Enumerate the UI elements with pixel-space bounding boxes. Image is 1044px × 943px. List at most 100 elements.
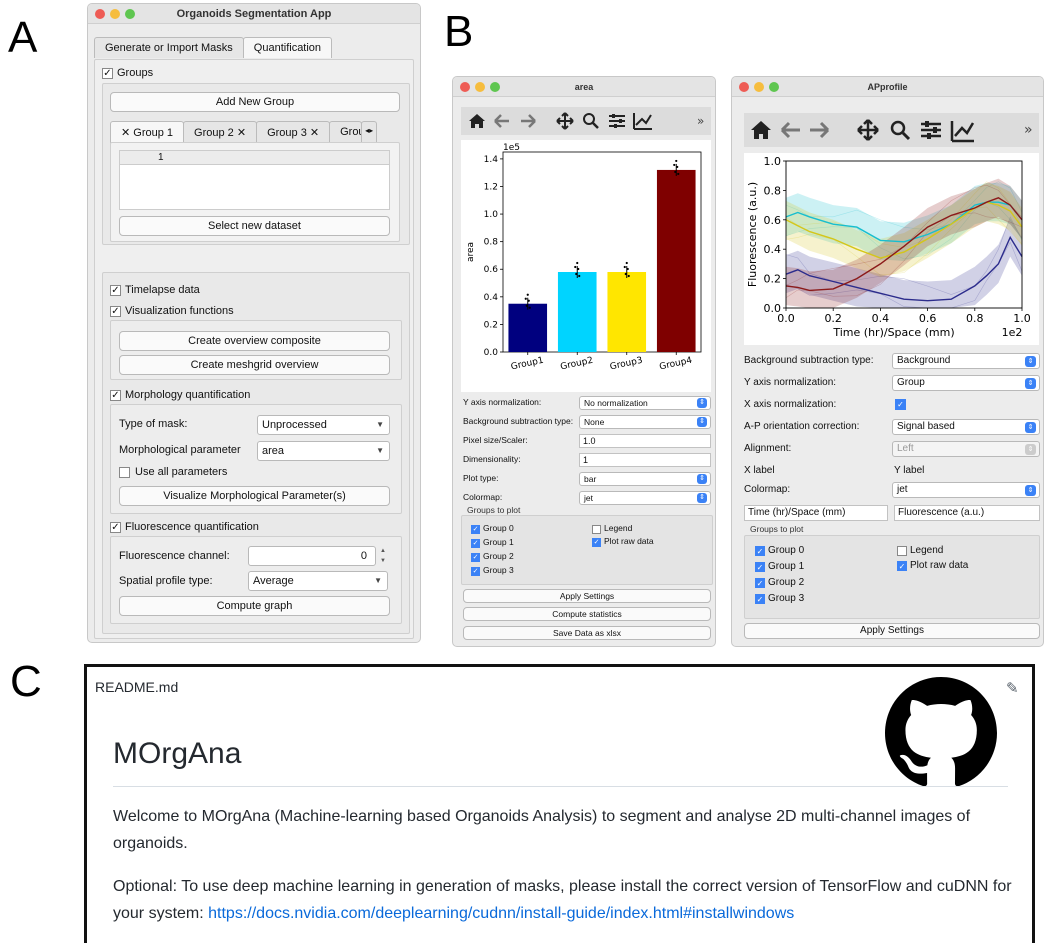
configure-subplots-icon[interactable]	[609, 114, 625, 128]
ap-legend-checkbox[interactable]	[897, 546, 907, 556]
add-new-group-button[interactable]: Add New Group	[110, 92, 400, 112]
area-group-checkbox[interactable]: ✓	[471, 539, 480, 548]
raw-data-point	[626, 267, 629, 271]
pan-icon[interactable]	[857, 119, 879, 141]
xlabel-input[interactable]: Time (hr)/Space (mm)	[744, 505, 888, 521]
ap-group-label: Group 1	[768, 561, 805, 572]
minimize-dot[interactable]	[754, 82, 764, 92]
ap-row-select[interactable]: jet ⇕	[892, 482, 1040, 498]
ap-group-checkbox[interactable]: ✓	[755, 546, 765, 556]
home-icon[interactable]	[751, 121, 771, 139]
x-axis-normalization-checkbox[interactable]: ✓	[895, 399, 906, 410]
minimize-dot[interactable]	[475, 82, 485, 92]
area-group-checkbox[interactable]: ✓	[471, 525, 480, 534]
area-row-input[interactable]: 1.0	[579, 434, 711, 448]
cudnn-link[interactable]: https://docs.nvidia.com/deeplearning/cud…	[208, 905, 794, 922]
more-icon[interactable]: »	[1024, 122, 1033, 138]
tab-group-2[interactable]: Group 2 ✕	[183, 121, 258, 143]
spatial-profile-label: Spatial profile type:	[119, 575, 213, 587]
zoom-icon[interactable]	[583, 113, 599, 129]
area-row-select[interactable]: bar ⇕	[579, 472, 711, 486]
area-title-bar: area	[453, 77, 715, 97]
tab-group-1[interactable]: ✕ Group 1	[110, 121, 185, 143]
ap-row-select[interactable]: Group ⇕	[892, 375, 1040, 391]
save-xlsx-button[interactable]: Save Data as xlsx	[463, 626, 711, 640]
minimize-dot[interactable]	[110, 9, 120, 19]
ap-group-label: Group 2	[768, 577, 805, 588]
tab-scroll-arrows[interactable]: ◂▸	[361, 121, 378, 143]
area-row-value: 1	[583, 455, 589, 465]
more-icon[interactable]: »	[697, 114, 704, 128]
area-row-input[interactable]: 1	[579, 453, 711, 467]
create-meshgrid-overview-button[interactable]: Create meshgrid overview	[119, 355, 390, 375]
area-group-checkbox[interactable]: ✓	[471, 567, 480, 576]
ap-group-checkbox[interactable]: ✓	[755, 578, 765, 588]
area-row-select[interactable]: None ⇕	[579, 415, 711, 429]
visualize-morph-button[interactable]: Visualize Morphological Parameter(s)	[119, 486, 390, 506]
tab-generate-masks[interactable]: Generate or Import Masks	[94, 37, 244, 58]
ap-group-checkbox[interactable]: ✓	[755, 594, 765, 604]
heading-divider	[113, 786, 1008, 787]
fluo-channel-value: 0	[360, 550, 367, 562]
select-new-dataset-button[interactable]: Select new dataset	[119, 216, 390, 236]
home-icon[interactable]	[469, 114, 485, 128]
use-all-checkbox[interactable]	[119, 467, 130, 478]
edit-axes-icon[interactable]	[950, 121, 975, 143]
y-tick-label: 0.2	[484, 320, 498, 330]
back-icon[interactable]	[494, 114, 509, 128]
zoom-dot[interactable]	[490, 82, 500, 92]
morph-param-select[interactable]: area ▼	[257, 441, 390, 461]
ylabel-input[interactable]: Fluorescence (a.u.)	[894, 505, 1040, 521]
close-dot[interactable]	[95, 9, 105, 19]
ap-row-label: A-P orientation correction:	[744, 421, 860, 432]
bar-chart: 0.0 0.2 0.4 0.6 0.8 1.0 1.2 1.4 1e5 area Group1 Gro…	[466, 143, 702, 372]
ap-row-select[interactable]: Signal based ⇕	[892, 419, 1040, 435]
edit-axes-icon[interactable]	[633, 113, 652, 130]
spin-arrows-icon[interactable]: ▲ ▼	[378, 546, 388, 566]
ap-apply-settings-button[interactable]: Apply Settings	[744, 623, 1040, 639]
fluorescence-label: Fluorescence quantification	[125, 521, 259, 533]
ap-group-label: Group 0	[768, 545, 805, 556]
ap-group-checkbox[interactable]: ✓	[755, 562, 765, 572]
pencil-icon[interactable]: ✎	[1006, 679, 1019, 697]
updown-icon: ⇕	[1025, 378, 1036, 389]
compute-graph-button[interactable]: Compute graph	[119, 596, 390, 616]
create-overview-composite-button[interactable]: Create overview composite	[119, 331, 390, 351]
zoom-dot[interactable]	[769, 82, 779, 92]
zoom-icon[interactable]	[890, 120, 911, 141]
ap-row-label: Colormap:	[744, 484, 791, 495]
area-group-checkbox[interactable]: ✓	[471, 553, 480, 562]
y-tick-label: 1.4	[484, 155, 499, 165]
configure-subplots-icon[interactable]	[921, 121, 941, 139]
tab-group-3[interactable]: Group 3 ✕	[256, 121, 331, 143]
vis-functions-checkbox[interactable]: ✓	[110, 306, 121, 317]
pan-icon[interactable]	[556, 112, 574, 130]
morphology-checkbox[interactable]: ✓	[110, 390, 121, 401]
fluo-channel-spinbox[interactable]: 0	[248, 546, 376, 566]
ap-row-select[interactable]: Background ⇕	[892, 353, 1040, 369]
chevron-down-icon: ▼	[376, 446, 384, 455]
forward-icon[interactable]	[810, 121, 830, 139]
readme-panel: README.md ✎ MOrgAna Welcome to MOrgAna (…	[84, 664, 1035, 943]
area-row-select[interactable]: jet ⇕	[579, 491, 711, 505]
tab-quantification[interactable]: Quantification	[242, 37, 333, 58]
area-legend-checkbox[interactable]	[592, 525, 601, 534]
area-row-select[interactable]: No normalization ⇕	[579, 396, 711, 410]
close-dot[interactable]	[739, 82, 749, 92]
groups-checkbox[interactable]: ✓	[102, 68, 113, 79]
fluorescence-checkbox[interactable]: ✓	[110, 522, 121, 533]
area-apply-settings-button[interactable]: Apply Settings	[463, 589, 711, 603]
ap-plot-raw-checkbox[interactable]: ✓	[897, 561, 907, 571]
github-logo-icon	[885, 677, 997, 794]
close-dot[interactable]	[460, 82, 470, 92]
tab-group-4[interactable]: Grou	[329, 121, 363, 143]
raw-data-point	[525, 304, 528, 307]
forward-icon[interactable]	[521, 114, 536, 128]
back-icon[interactable]	[780, 121, 800, 139]
timelapse-checkbox[interactable]: ✓	[110, 285, 121, 296]
spatial-profile-select[interactable]: Average ▼	[248, 571, 388, 591]
area-plot-raw-checkbox[interactable]: ✓	[592, 538, 601, 547]
compute-statistics-button[interactable]: Compute statistics	[463, 607, 711, 621]
zoom-dot[interactable]	[125, 9, 135, 19]
type-of-mask-select[interactable]: Unprocessed ▼	[257, 415, 390, 435]
